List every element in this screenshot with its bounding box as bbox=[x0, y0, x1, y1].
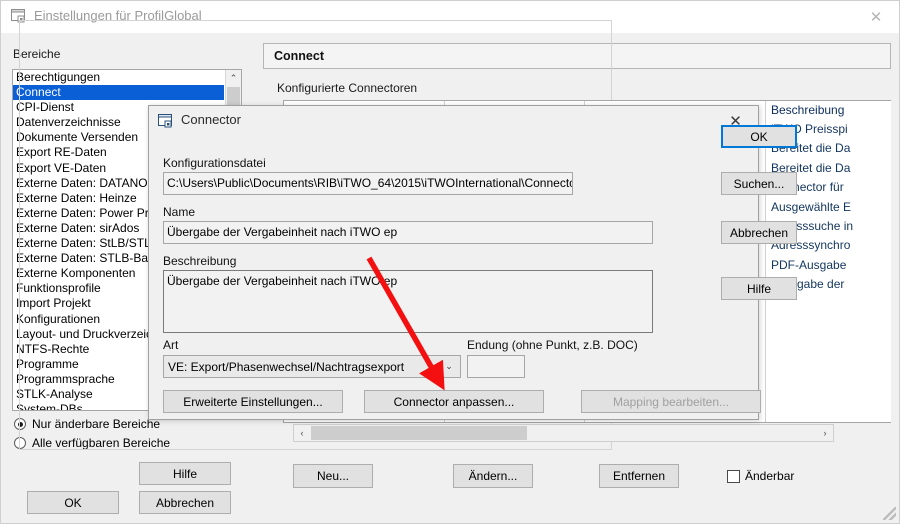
edit-button[interactable]: Ändern... bbox=[453, 464, 533, 488]
cancel-button[interactable]: Abbrechen bbox=[139, 491, 231, 514]
table-row[interactable]: PDF-Ausgabe bbox=[766, 256, 891, 275]
name-input[interactable]: Übergabe der Vergabeinheit nach iTWO ep bbox=[163, 221, 653, 244]
connector-dialog: Connector ✕ Konfigurationsdatei C:\Users… bbox=[148, 105, 797, 420]
table-column-beschreibung: Beschreibung iTWO Preisspi Bereitet die … bbox=[765, 101, 891, 422]
dialog-title: Connector bbox=[181, 112, 241, 127]
checkbox-aenderbar[interactable]: Änderbar bbox=[727, 469, 794, 483]
konfigurationsdatei-label: Konfigurationsdatei bbox=[163, 156, 266, 170]
chevron-right-icon[interactable]: › bbox=[817, 425, 833, 441]
art-select[interactable]: VE: Export/Phasenwechsel/Nachtragsexport… bbox=[163, 355, 461, 378]
endung-label: Endung (ohne Punkt, z.B. DOC) bbox=[467, 338, 638, 352]
chevron-left-icon[interactable]: ‹ bbox=[294, 425, 310, 441]
art-label: Art bbox=[163, 338, 179, 352]
window-settings-icon bbox=[158, 114, 174, 128]
new-button[interactable]: Neu... bbox=[293, 464, 373, 488]
advanced-settings-button[interactable]: Erweiterte Einstellungen... bbox=[163, 390, 343, 413]
ok-button[interactable]: OK bbox=[27, 491, 119, 514]
checkbox-icon bbox=[727, 469, 740, 483]
scrollbar-thumb[interactable] bbox=[311, 426, 527, 440]
close-icon[interactable]: ✕ bbox=[853, 1, 899, 32]
groupbox-title: Konfigurierte Connectoren bbox=[273, 81, 422, 95]
resize-grip[interactable] bbox=[883, 507, 896, 520]
beschreibung-label: Beschreibung bbox=[163, 254, 237, 268]
customize-connector-button[interactable]: Connector anpassen... bbox=[364, 390, 544, 413]
column-header: Beschreibung bbox=[771, 103, 845, 117]
table-horizontal-scrollbar[interactable]: ‹ › bbox=[293, 424, 834, 442]
help-button[interactable]: Hilfe bbox=[139, 462, 231, 485]
dialog-cancel-button[interactable]: Abbrechen bbox=[721, 221, 797, 244]
edit-mapping-button: Mapping bearbeiten... bbox=[581, 390, 761, 413]
dialog-ok-button[interactable]: OK bbox=[721, 125, 797, 148]
art-selected-value: VE: Export/Phasenwechsel/Nachtragsexport bbox=[168, 359, 405, 374]
chevron-down-icon[interactable]: ⌄ bbox=[438, 356, 460, 377]
dialog-help-button[interactable]: Hilfe bbox=[721, 277, 797, 300]
konfigurationsdatei-input[interactable]: C:\Users\Public\Documents\RIB\iTWO_64\20… bbox=[163, 172, 573, 195]
dialog-titlebar: Connector ✕ bbox=[149, 106, 758, 136]
remove-button[interactable]: Entfernen bbox=[599, 464, 679, 488]
checkbox-label: Änderbar bbox=[745, 469, 795, 483]
name-label: Name bbox=[163, 205, 196, 219]
browse-button[interactable]: Suchen... bbox=[721, 172, 797, 195]
endung-input[interactable] bbox=[467, 355, 525, 378]
table-row[interactable]: Ausgewählte E bbox=[766, 198, 891, 217]
beschreibung-textarea[interactable]: Übergabe der Vergabeinheit nach iTWO ep bbox=[163, 270, 653, 333]
settings-window: Einstellungen für ProfilGlobal ✕ Bereich… bbox=[0, 0, 900, 524]
